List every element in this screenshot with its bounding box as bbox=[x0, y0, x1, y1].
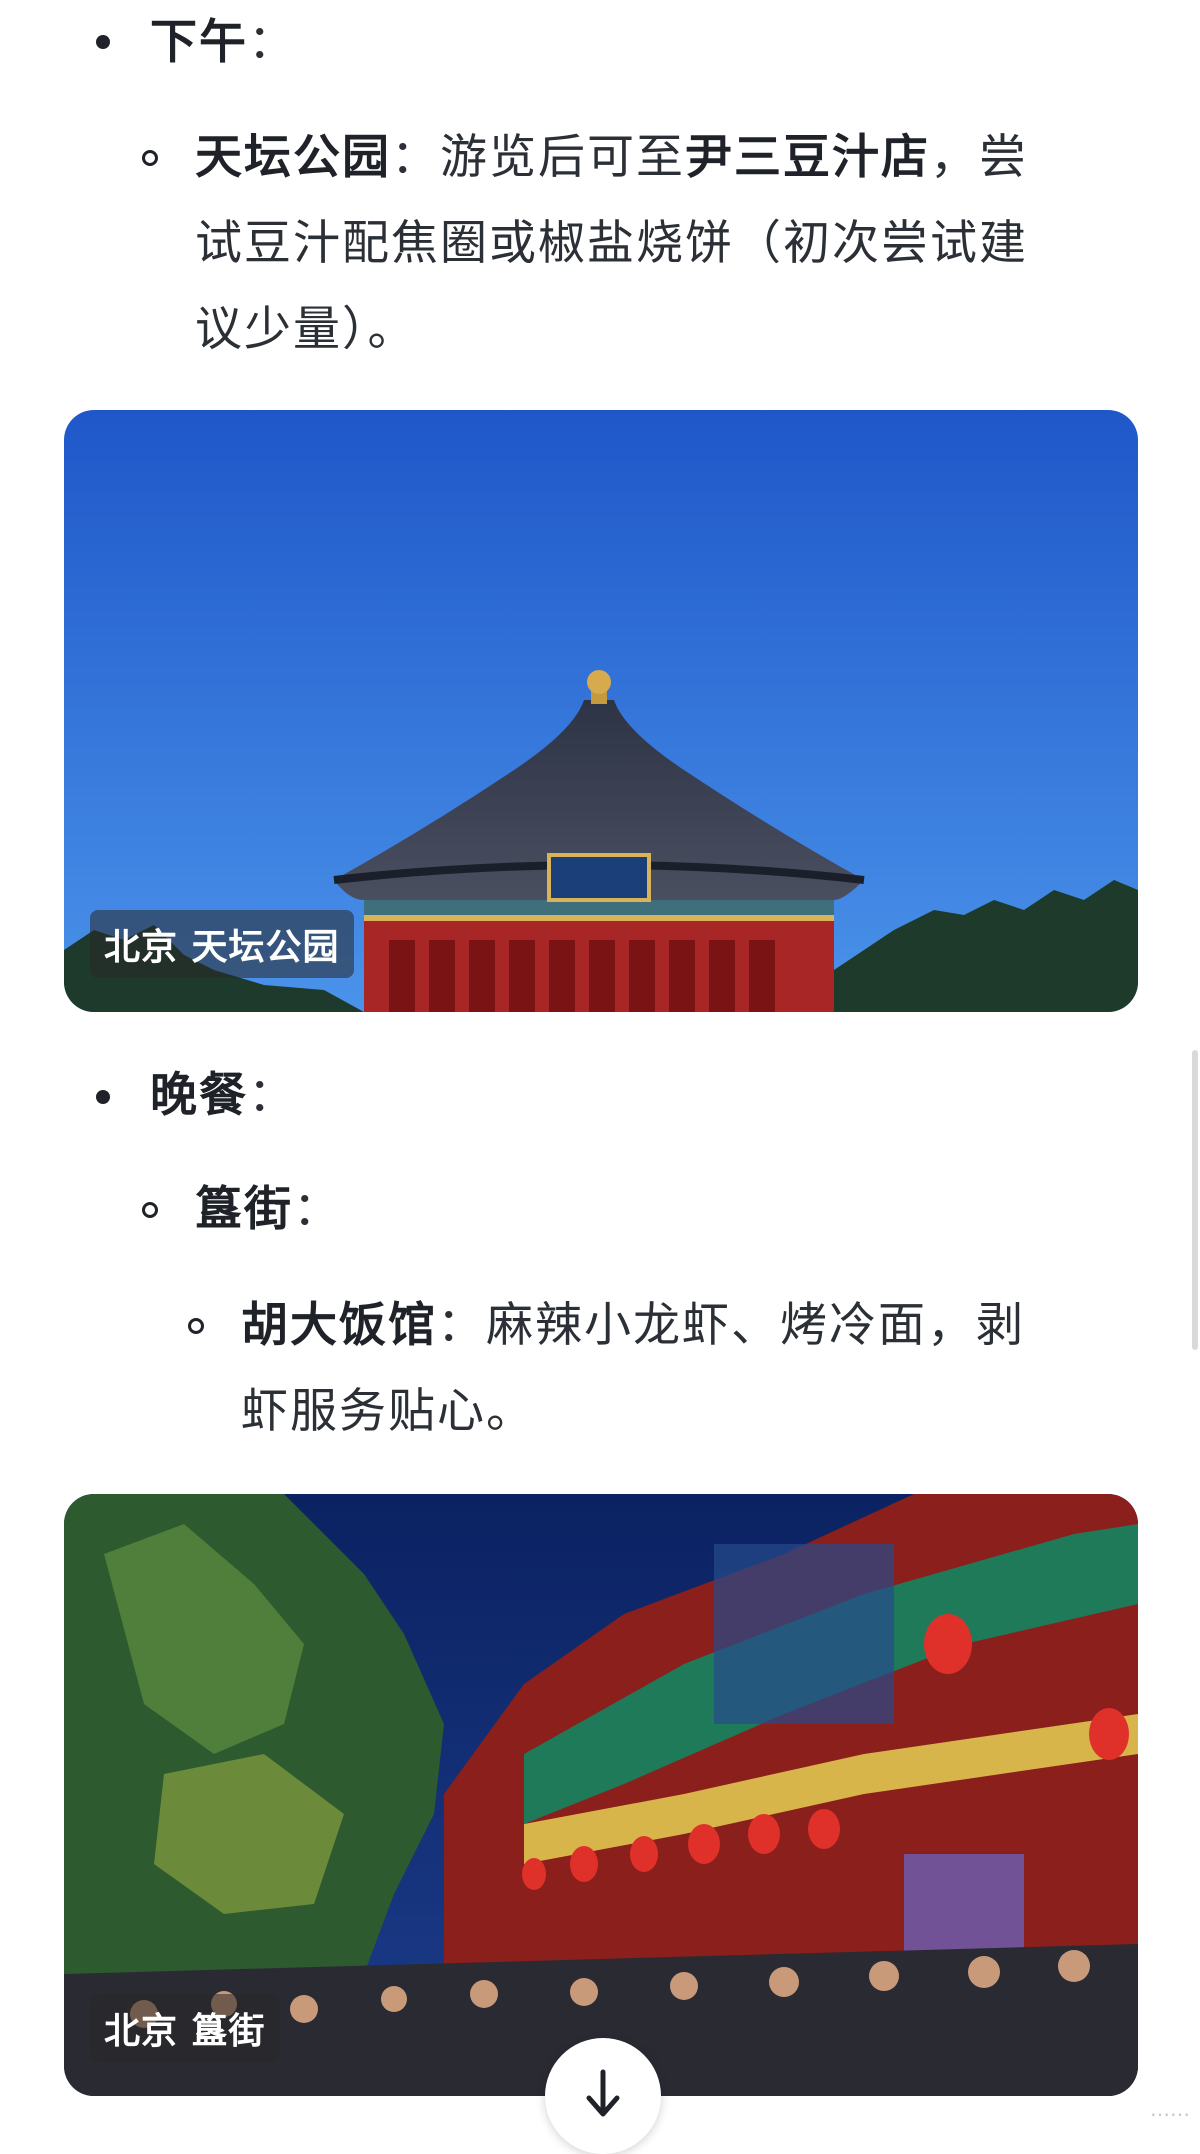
bullet-circle-restaurant bbox=[188, 1318, 204, 1334]
temple-line-2: 试豆汁配焦圈或椒盐烧饼（初次尝试建 bbox=[195, 216, 1028, 271]
temple-item-text: 天坛公园：游览后可至尹三豆汁店，尝 试豆汁配焦圈或椒盐烧饼（初次尝试建 议少量）… bbox=[195, 115, 1115, 373]
scroll-down-button[interactable] bbox=[545, 2038, 661, 2154]
photo-caption-temple: 北京 天坛公园 bbox=[90, 910, 354, 978]
bullet-circle-guijie bbox=[142, 1202, 158, 1218]
afternoon-heading: 下午： bbox=[150, 15, 297, 70]
temple-of-heaven-photo[interactable]: 北京 天坛公园 bbox=[64, 410, 1138, 1012]
guijie-heading: 簋街： bbox=[195, 1182, 342, 1237]
restaurant-line-2: 虾服务贴心。 bbox=[241, 1384, 535, 1439]
restaurant-item-text: 胡大饭馆：麻辣小龙虾、烤冷面，剥 虾服务贴心。 bbox=[241, 1283, 1121, 1455]
bullet-dot-dinner bbox=[96, 1090, 110, 1104]
bullet-dot-afternoon bbox=[96, 35, 110, 49]
watermark: …… bbox=[1150, 2097, 1190, 2121]
arrow-down-icon bbox=[586, 2069, 620, 2117]
photo-caption-guijie: 北京 簋街 bbox=[90, 1994, 280, 2062]
temple-line-3: 议少量）。 bbox=[195, 302, 417, 357]
restaurant-line-1: 胡大饭馆：麻辣小龙虾、烤冷面，剥 bbox=[241, 1298, 1025, 1353]
bullet-circle-temple bbox=[142, 150, 158, 166]
temple-line-1: 天坛公园：游览后可至尹三豆汁店，尝 bbox=[195, 130, 1028, 185]
dinner-heading: 晚餐： bbox=[150, 1068, 297, 1123]
guijie-photo[interactable]: 北京 簋街 bbox=[64, 1494, 1138, 2096]
page-scrollbar[interactable] bbox=[1192, 1050, 1198, 1350]
